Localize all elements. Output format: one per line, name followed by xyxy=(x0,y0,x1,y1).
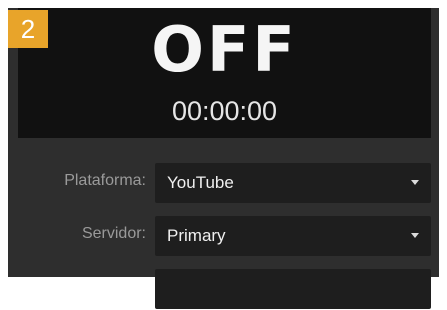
streaming-panel: OFF 00:00:00 Plataforma: YouTube Servido… xyxy=(8,8,439,309)
platform-row: Plataforma: YouTube xyxy=(18,158,431,204)
stream-timer: 00:00:00 xyxy=(171,96,278,126)
stream-status-display: OFF 00:00:00 xyxy=(18,8,431,138)
screenshot-frame: OFF 00:00:00 Plataforma: YouTube Servido… xyxy=(0,0,447,309)
server-select[interactable]: Primary xyxy=(155,216,431,256)
next-field-row xyxy=(18,264,431,310)
step-number-badge: 2 xyxy=(8,10,48,48)
server-label: Servidor: xyxy=(81,225,146,242)
chevron-down-icon xyxy=(411,233,419,238)
next-field-select[interactable] xyxy=(155,269,431,309)
platform-select[interactable]: YouTube xyxy=(155,163,431,203)
server-value: Primary xyxy=(167,226,226,245)
server-row: Servidor: Primary xyxy=(18,211,431,257)
stream-status: OFF xyxy=(151,13,298,86)
platform-value: YouTube xyxy=(167,173,234,192)
platform-label: Plataforma: xyxy=(64,172,146,189)
chevron-down-icon xyxy=(411,180,419,185)
